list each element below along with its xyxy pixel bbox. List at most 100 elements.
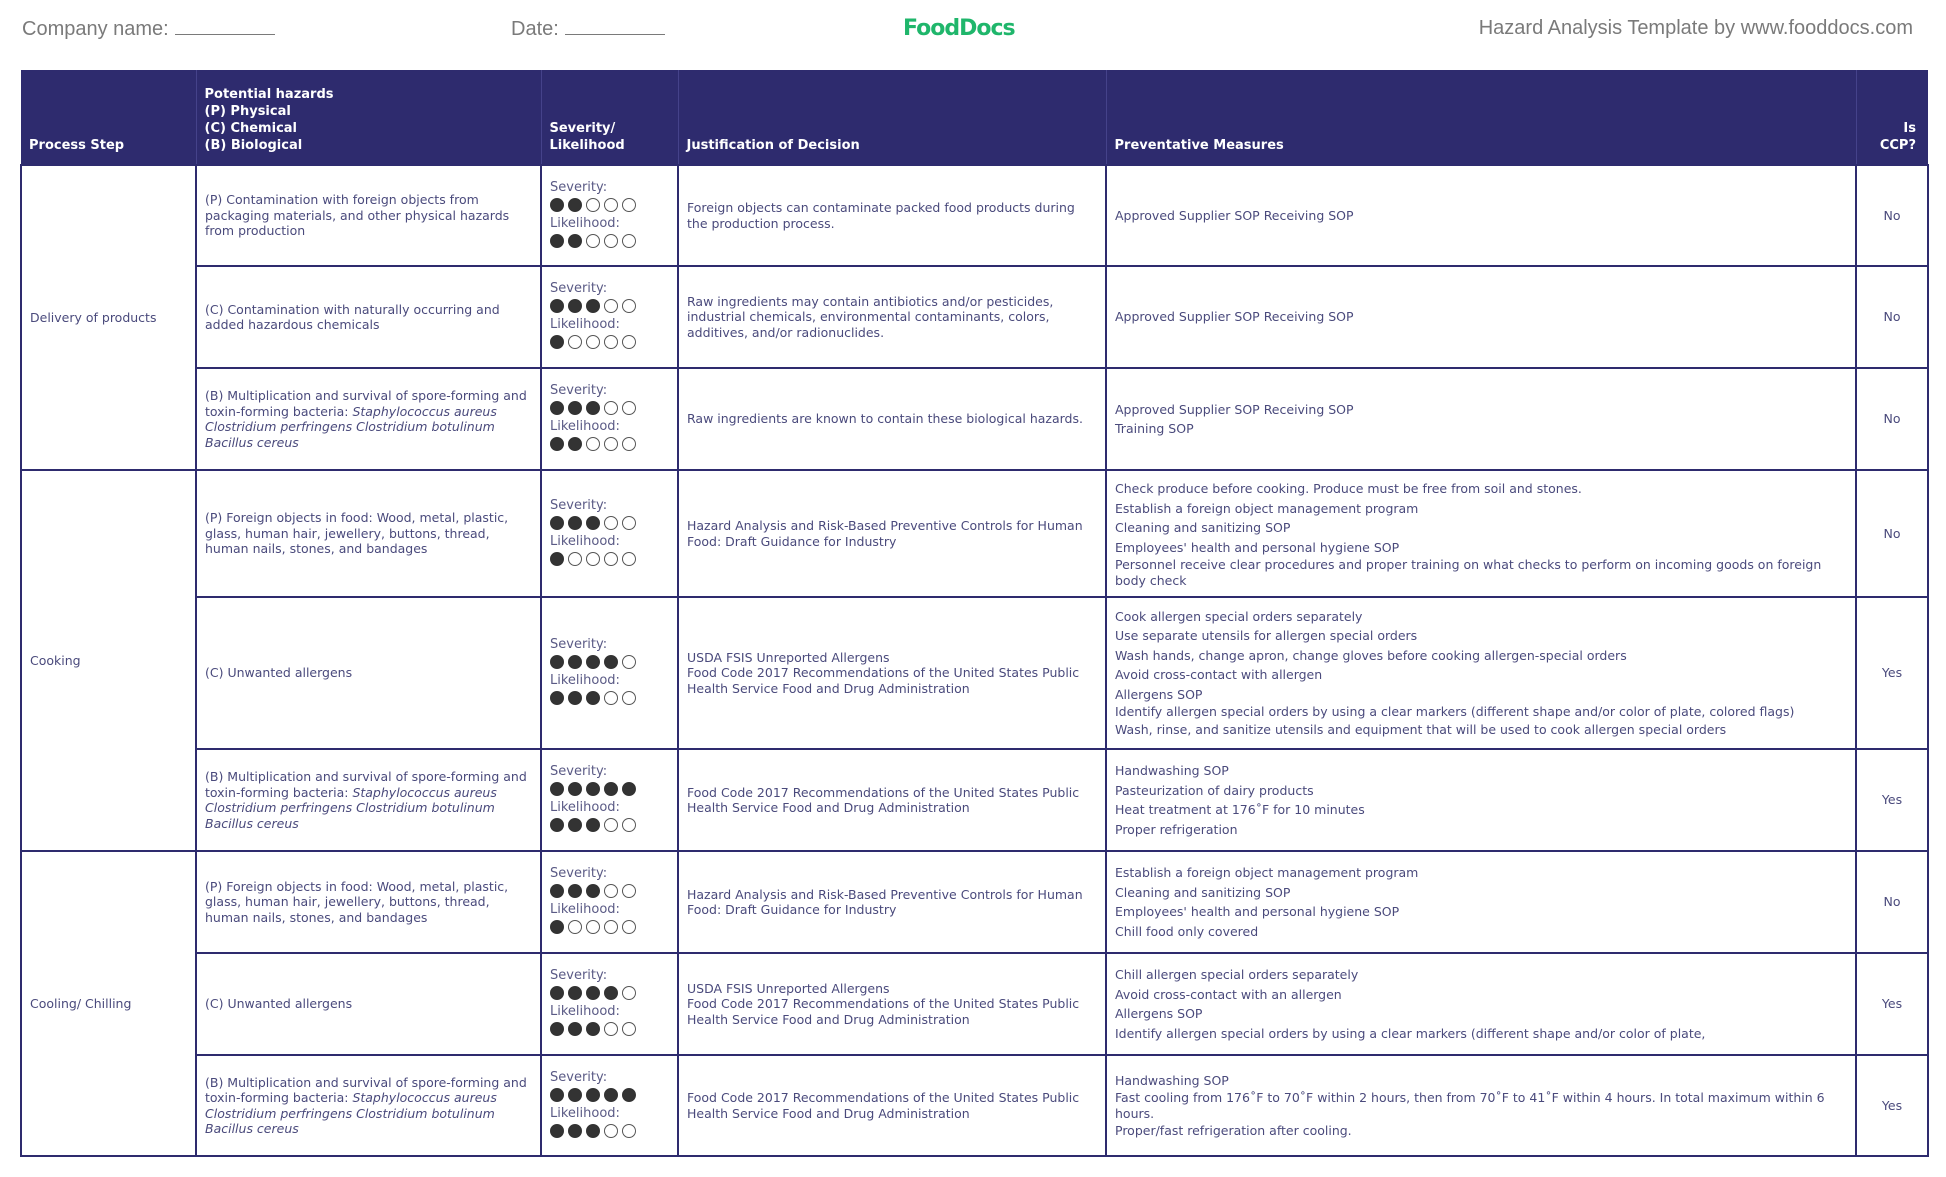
filled-dot-icon bbox=[586, 818, 600, 832]
justification-line: Raw ingredients may contain antibiotics … bbox=[687, 293, 1054, 340]
measure-item: Identify allergen special orders by usin… bbox=[1115, 704, 1795, 720]
filled-dot-icon bbox=[550, 884, 564, 898]
justification-line: Food Code 2017 Recommendations of the Un… bbox=[687, 1090, 1080, 1121]
justification-cell: Raw ingredients are known to contain the… bbox=[677, 367, 1107, 471]
hazard-row: (B) Multiplication and survival of spore… bbox=[21, 1054, 1929, 1157]
measure-item: Establish a foreign object management pr… bbox=[1115, 865, 1419, 880]
empty-dot-icon bbox=[604, 197, 618, 212]
justification-line: Food Code 2017 Recommendations of the Un… bbox=[687, 665, 1080, 696]
measure-item: Employees' health and personal hygiene S… bbox=[1115, 904, 1400, 919]
empty-dot-icon bbox=[622, 691, 636, 705]
hazard-row: (C) Contamination with naturally occurri… bbox=[21, 265, 1929, 369]
empty-dot-icon bbox=[622, 233, 636, 248]
severity-label: Severity: bbox=[550, 764, 608, 779]
company-name-field[interactable]: Company name: bbox=[22, 17, 275, 41]
empty-dot-icon bbox=[622, 1022, 636, 1036]
measure-item: Training SOP bbox=[1115, 421, 1194, 436]
date-field[interactable]: Date: bbox=[511, 17, 665, 41]
justification-line: USDA FSIS Unreported Allergens bbox=[687, 649, 890, 665]
company-name-blank[interactable] bbox=[174, 17, 275, 35]
preventative-measures-cell: Establish a foreign object management pr… bbox=[1105, 850, 1857, 954]
date-blank[interactable] bbox=[564, 17, 665, 35]
filled-dot-icon bbox=[568, 1123, 582, 1138]
template-credit: Hazard Analysis Template by www.fooddocs… bbox=[1478, 17, 1913, 39]
severity-label: Severity: bbox=[550, 866, 608, 881]
filled-dot-icon bbox=[550, 1087, 564, 1102]
empty-dot-icon bbox=[622, 401, 636, 415]
hazard-row: (C) Unwanted allergens Severity: Likelihoo… bbox=[21, 952, 1929, 1056]
measure-item: Allergens SOP bbox=[1115, 1006, 1203, 1021]
document-header: Company name: Date: FoodDocs Hazard Anal… bbox=[0, 0, 1946, 60]
process-step-cell: Delivery of products bbox=[20, 164, 197, 471]
measure-item: Cleaning and sanitizing SOP bbox=[1115, 884, 1291, 900]
filled-dot-icon bbox=[568, 986, 582, 1000]
is-ccp-cell: Yes bbox=[1855, 748, 1929, 852]
filled-dot-icon bbox=[622, 782, 636, 796]
measure-item: Approved Supplier SOP Receiving SOP bbox=[1115, 309, 1354, 325]
measure-item: Proper refrigeration bbox=[1115, 821, 1238, 837]
filled-dot-icon bbox=[568, 691, 582, 705]
empty-dot-icon bbox=[604, 515, 618, 530]
filled-dot-icon bbox=[550, 233, 564, 248]
filled-dot-icon bbox=[550, 1123, 564, 1138]
likelihood-rating bbox=[550, 1022, 669, 1036]
measure-item: Personnel receive clear procedures and p… bbox=[1115, 557, 1822, 588]
severity-label: Severity: bbox=[550, 1069, 608, 1085]
filled-dot-icon bbox=[622, 1087, 636, 1102]
filled-dot-icon bbox=[550, 551, 564, 566]
preventative-measures-cell: Approved Supplier SOP Receiving SOP bbox=[1105, 265, 1857, 369]
empty-dot-icon bbox=[568, 335, 582, 349]
measure-item: Avoid cross-contact with allergen bbox=[1115, 667, 1323, 683]
filled-dot-icon bbox=[550, 515, 564, 530]
empty-dot-icon bbox=[622, 1123, 636, 1138]
hazard-row: Cooling/ Chilling (P) Foreign objects in … bbox=[20, 850, 1929, 1157]
justification-line: USDA FSIS Unreported Allergens bbox=[687, 980, 890, 996]
hazard-cell: (C) Contamination with naturally occurri… bbox=[195, 265, 542, 369]
severity-likelihood-cell: Severity: Likelihood: bbox=[540, 850, 679, 954]
company-name-label: Company name: bbox=[22, 18, 169, 40]
measure-item: Proper/fast refrigeration after cooling. bbox=[1115, 1123, 1352, 1138]
severity-rating bbox=[550, 655, 669, 669]
justification-line: Food Code 2017 Recommendations of the Un… bbox=[687, 996, 1080, 1027]
likelihood-label: Likelihood: bbox=[550, 1105, 620, 1121]
likelihood-label: Likelihood: bbox=[550, 1004, 620, 1019]
hazard-cell: (B) Multiplication and survival of spore… bbox=[195, 367, 542, 471]
is-ccp-cell: No bbox=[1855, 469, 1929, 598]
empty-dot-icon bbox=[622, 986, 636, 1000]
filled-dot-icon bbox=[568, 1022, 582, 1036]
likelihood-rating bbox=[550, 437, 669, 451]
justification-cell: Food Code 2017 Recommendations of the Un… bbox=[677, 748, 1107, 852]
empty-dot-icon bbox=[622, 818, 636, 832]
empty-dot-icon bbox=[604, 335, 618, 349]
severity-likelihood-cell: Severity: Likelihood: bbox=[540, 367, 679, 471]
filled-dot-icon bbox=[550, 437, 564, 451]
empty-dot-icon bbox=[622, 884, 636, 898]
empty-dot-icon bbox=[622, 197, 636, 212]
measure-item: Wash, rinse, and sanitize utensils and e… bbox=[1115, 721, 1727, 737]
justification-line: Hazard Analysis and Risk-Based Preventiv… bbox=[687, 886, 1083, 918]
justification-cell: Hazard Analysis and Risk-Based Preventiv… bbox=[677, 850, 1107, 954]
filled-dot-icon bbox=[604, 986, 618, 1000]
severity-label: Severity: bbox=[550, 281, 608, 296]
filled-dot-icon bbox=[550, 299, 564, 313]
filled-dot-icon bbox=[586, 299, 600, 313]
measure-item: Use separate utensils for allergen speci… bbox=[1115, 628, 1418, 644]
likelihood-rating bbox=[550, 691, 669, 705]
severity-likelihood-cell: Severity: Likelihood: bbox=[540, 748, 679, 852]
severity-rating bbox=[550, 986, 669, 1000]
hazard-text: (P) Contamination with foreign objects f… bbox=[205, 192, 510, 239]
preventative-measures-cell: Check produce before cooking. Produce mu… bbox=[1105, 469, 1857, 598]
filled-dot-icon bbox=[568, 884, 582, 898]
measure-item: Heat treatment at 176˚F for 10 minutes bbox=[1115, 802, 1365, 817]
process-step-cell: Cooking bbox=[20, 469, 197, 852]
empty-dot-icon bbox=[604, 920, 618, 934]
measure-item: Allergens SOP bbox=[1115, 686, 1203, 702]
severity-label: Severity: bbox=[550, 637, 608, 652]
justification-line: Food Code 2017 Recommendations of the Un… bbox=[687, 784, 1080, 816]
hazard-cell: (C) Unwanted allergens bbox=[195, 596, 542, 750]
col-severity-likelihood: Severity/ Likelihood bbox=[541, 70, 679, 165]
table-header-row: Process Step Potential hazards (P) Physi… bbox=[21, 70, 1928, 165]
empty-dot-icon bbox=[604, 1022, 618, 1036]
measure-item: Handwashing SOP bbox=[1115, 1072, 1229, 1088]
is-ccp-cell: Yes bbox=[1855, 1054, 1929, 1157]
